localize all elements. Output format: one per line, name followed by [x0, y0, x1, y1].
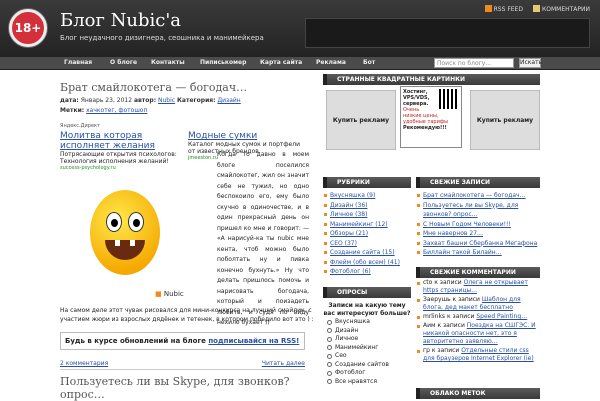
- header-banner[interactable]: [305, 18, 590, 48]
- post-author-link[interactable]: Nubic: [158, 97, 175, 104]
- nav-ads[interactable]: Реклама: [316, 59, 346, 66]
- smiley-image: [90, 190, 160, 275]
- image-caption: ■ Nubic: [155, 290, 184, 298]
- comment-item: сtо к записи Олега не открывает https ст…: [416, 279, 540, 295]
- poll-option[interactable]: Все нравятся: [323, 378, 411, 387]
- site-logo[interactable]: 18+: [9, 9, 47, 47]
- poll-option[interactable]: Манимейкинг: [323, 344, 411, 353]
- radio-icon: [327, 370, 332, 376]
- radio-icon: [327, 353, 332, 359]
- radio-icon: [327, 379, 332, 385]
- poll-option[interactable]: Создание сайтов: [323, 361, 411, 370]
- post-tags-link[interactable]: хачкотег, фотошоп: [86, 107, 147, 114]
- buy-ad-right[interactable]: Купить рекламу: [470, 90, 540, 150]
- subscribe-rss-link[interactable]: подписывайся на RSS!: [208, 337, 299, 345]
- buy-ad-left[interactable]: Купить рекламу: [326, 90, 396, 150]
- rubric-item[interactable]: Фотоблог (6): [323, 267, 411, 277]
- poll-option[interactable]: Вкусняшка: [323, 318, 411, 327]
- search-input[interactable]: Поиск по блогу...: [434, 58, 514, 68]
- comment-item: Аим к записи Поездка на СШГЭС. И никакой…: [416, 322, 540, 346]
- poll-question: Записи на какую тему вас интересуют боль…: [323, 302, 411, 317]
- nav-home[interactable]: Главная: [64, 59, 92, 66]
- rubric-item[interactable]: Вкусняшка (9): [323, 191, 411, 201]
- main-nav: Главная О блоге Контакты Пиписькомер Кар…: [0, 57, 600, 70]
- poll-option[interactable]: Личное: [323, 335, 411, 344]
- ad-title-1[interactable]: Молитва которая исполняет желания: [60, 131, 180, 151]
- radio-icon: [327, 319, 332, 325]
- next-post-title[interactable]: Пользуетесь ли вы Skype, для звонков? оп…: [60, 375, 315, 401]
- rubric-item[interactable]: Личное (38): [323, 210, 411, 220]
- right-eye: [128, 212, 144, 232]
- comment-item: mrlinks к записи Speed Painting…: [416, 313, 540, 321]
- top-links: RSS FEED КОММЕНТАРИИ: [484, 5, 590, 13]
- rubric-item[interactable]: Создание сайта (15): [323, 248, 411, 258]
- poll-option[interactable]: Сео: [323, 352, 411, 361]
- hosting-banner[interactable]: Хостинг, VPS/VDS, сервера. Очень низкие …: [400, 86, 462, 148]
- post-date: Январь 23, 2012: [80, 97, 133, 104]
- nav-about[interactable]: О блоге: [110, 59, 137, 66]
- polls-widget: ОПРОСЫ Записи на какую тему вас интересу…: [323, 287, 411, 387]
- nav-contacts[interactable]: Контакты: [151, 59, 185, 66]
- fresh-post-item[interactable]: Пользуетесь ли вы Skype, для звонков? оп…: [416, 201, 540, 220]
- rss-icon: [484, 5, 492, 12]
- post-category-link[interactable]: Дизайн: [217, 97, 240, 104]
- left-eye: [106, 212, 122, 232]
- square-ads-widget: СТРАННЫЕ КВАДРАТНЫЕ КАРТИНКИ: [323, 74, 540, 85]
- post-title[interactable]: Брат смайлокотега — богодач…: [60, 81, 315, 94]
- comment-link[interactable]: Speed Painting…: [476, 313, 527, 320]
- tag-cloud-widget: ОБЛАКО МЕТОК: [416, 388, 540, 399]
- subscribe-box: Будь в курсе обновлений на блоге подписы…: [60, 332, 305, 350]
- radio-icon: [327, 345, 332, 351]
- nav-piskomer[interactable]: Пиписькомер: [200, 59, 246, 66]
- ad-url-1[interactable]: success-psychology.ru: [60, 165, 180, 171]
- recent-comments-widget: СВЕЖИЕ КОММЕНТАРИИ сtо к записи Олега не…: [416, 267, 540, 363]
- nav-bot[interactable]: Бот: [363, 59, 375, 66]
- mail-icon: [532, 5, 540, 12]
- radio-icon: [327, 328, 332, 334]
- hosting-logo: [439, 89, 459, 109]
- poll-option[interactable]: Фотоблог: [323, 369, 411, 378]
- site-header: 18+ Блог Nubic'a Блог неудачного дизигне…: [0, 0, 600, 57]
- post-tail-text: На самом деле этот чувак рисовался для м…: [60, 307, 314, 323]
- read-more-link[interactable]: Читать далее: [262, 360, 305, 367]
- ad-label: Яндекс.Директ: [60, 123, 100, 129]
- fresh-post-item[interactable]: Брат смайлокотега — богодач…: [416, 191, 540, 201]
- post-footer: 2 комментария Читать далее: [60, 360, 305, 370]
- post-tags: Метки: хачкотег, фотошоп: [60, 107, 148, 114]
- fresh-post-item[interactable]: С Новым Годом Человеки!!!: [416, 220, 540, 230]
- main-content: Брат смайлокотега — богодач… дата: Январ…: [60, 70, 315, 401]
- rubric-item[interactable]: Обзоры (21): [323, 229, 411, 239]
- fresh-post-item[interactable]: Биллайн такой Билайн…: [416, 248, 540, 258]
- comments-count-link[interactable]: 2 комментария: [60, 360, 108, 367]
- post-body: Когда то давно в моем блоге поселился см…: [217, 151, 309, 326]
- comment-item: гр к записи Отдельные стили css для брау…: [416, 347, 540, 363]
- fresh-post-item[interactable]: Захват башни Сбербанка Мегафона: [416, 239, 540, 249]
- radio-icon: [327, 336, 332, 342]
- mouth: [105, 240, 145, 260]
- search-button[interactable]: Искать: [519, 58, 542, 68]
- ad-text-1: Потрясающие открытия психологов: Техноло…: [60, 151, 177, 165]
- nav-sitemap[interactable]: Карта сайта: [260, 59, 302, 66]
- ad-title-2[interactable]: Модные сумки: [188, 131, 308, 141]
- square-ads-title: СТРАННЫЕ КВАДРАТНЫЕ КАРТИНКИ: [323, 74, 540, 85]
- fresh-posts-widget: СВЕЖИЕ ЗАПИСИ Брат смайлокотега — богода…: [416, 177, 540, 258]
- rubrics-widget: РУБРИКИ Вкусняшка (9) Дизайн (36) Личное…: [323, 177, 411, 277]
- rubric-item[interactable]: Флейм (обо всем) (41): [323, 258, 411, 268]
- rubric-item[interactable]: СЕО (37): [323, 239, 411, 249]
- rubric-item[interactable]: Дизайн (36): [323, 201, 411, 211]
- post-meta: дата: Январь 23, 2012 автор: Nubic Катег…: [60, 97, 241, 104]
- radio-icon: [327, 362, 332, 368]
- rubric-item[interactable]: Манимейкинг (12): [323, 220, 411, 230]
- site-title[interactable]: Блог Nubic'a: [60, 10, 181, 31]
- site-description: Блог неудачного дизигнера, сеошника и ма…: [60, 34, 264, 42]
- comment-item: Заерушь к записи Шаблон для блога, дед м…: [416, 296, 540, 312]
- fresh-post-item[interactable]: Мне навернов 27…: [416, 229, 540, 239]
- poll-option[interactable]: Дизайн: [323, 327, 411, 336]
- rss-feed-link[interactable]: RSS FEED: [484, 5, 523, 13]
- comments-feed-link[interactable]: КОММЕНТАРИИ: [532, 5, 590, 13]
